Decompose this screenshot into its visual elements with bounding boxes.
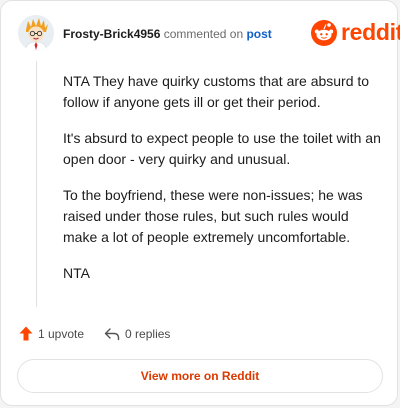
reddit-logo[interactable]: reddit — [311, 19, 400, 46]
upvote-button[interactable]: 1 upvote — [19, 326, 84, 341]
comment-paragraph: To the boyfriend, these were non-issues;… — [63, 187, 363, 245]
reddit-wordmark: reddit — [341, 19, 400, 45]
comment-body: NTA They have quirky customs that are ab… — [63, 71, 383, 299]
reply-count: 0 replies — [125, 326, 171, 341]
username-link[interactable]: Frosty-Brick4956 — [63, 27, 160, 41]
reply-arrow-icon — [104, 327, 120, 340]
view-more-button[interactable]: View more on Reddit — [17, 359, 383, 393]
comment-paragraph: It's absurd to expect people to use the … — [63, 130, 381, 167]
upvote-arrow-icon — [19, 326, 33, 341]
action-text: commented on — [163, 27, 244, 41]
replies-button[interactable]: 0 replies — [104, 327, 170, 341]
user-avatar[interactable] — [18, 15, 54, 51]
comment-footer: 1 upvote 0 replies — [19, 326, 170, 341]
comment-paragraph: NTA They have quirky customs that are ab… — [63, 73, 370, 110]
upvote-count: 1 upvote — [38, 326, 85, 341]
reddit-snoo-icon — [311, 19, 337, 46]
avatar-icon — [18, 15, 54, 51]
comment-paragraph: NTA — [63, 265, 90, 281]
comment-header: Frosty-Brick4956 commented on post — [63, 26, 272, 42]
comment-card: Frosty-Brick4956 commented on post reddi… — [0, 0, 400, 406]
thread-line — [36, 61, 37, 307]
post-link[interactable]: post — [246, 27, 271, 41]
